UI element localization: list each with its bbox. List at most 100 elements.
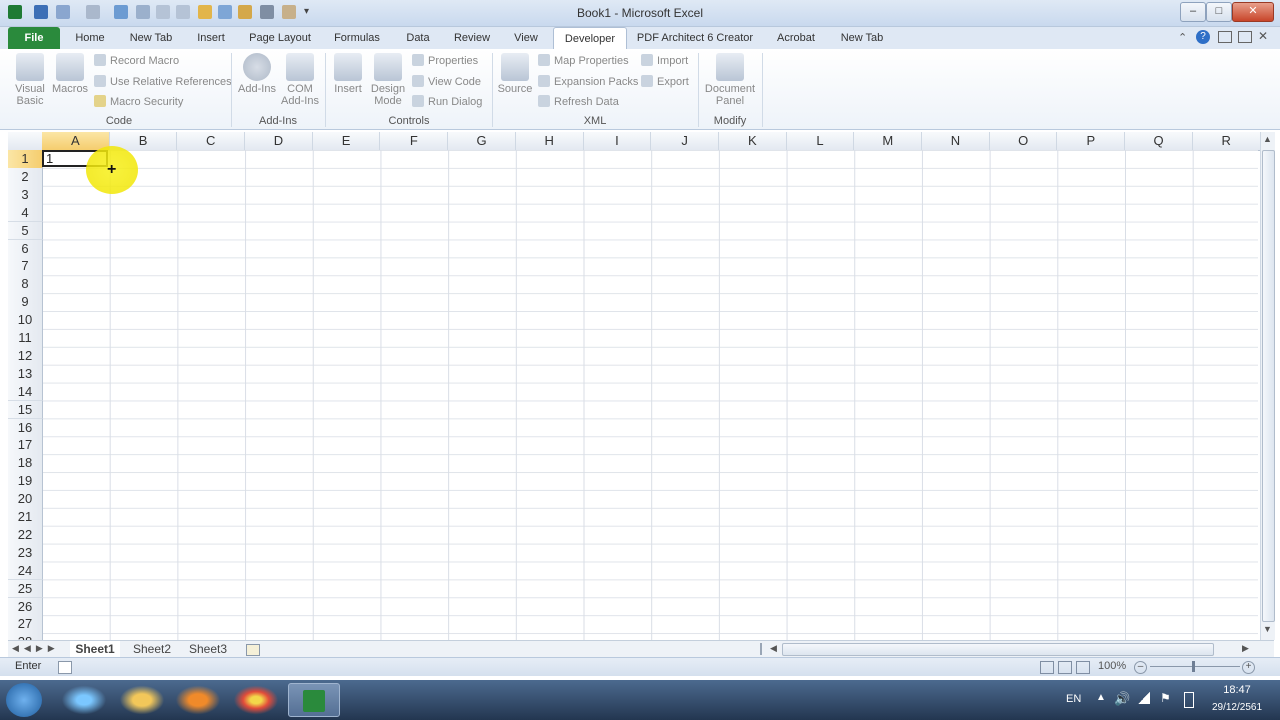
language-indicator[interactable]: EN xyxy=(1066,693,1081,705)
column-header-p[interactable]: P xyxy=(1058,132,1126,150)
import-button[interactable]: Import xyxy=(641,53,688,69)
row-header-19[interactable]: 19 xyxy=(8,472,43,491)
row-header-14[interactable]: 14 xyxy=(8,382,43,402)
excel-taskbar-icon[interactable] xyxy=(288,683,340,717)
column-header-g[interactable]: G xyxy=(448,132,516,150)
tab-acrobat[interactable]: Acrobat xyxy=(768,27,824,49)
refresh-data-button[interactable]: Refresh Data xyxy=(538,94,619,110)
tab-page-layout[interactable]: Page Layout xyxy=(244,27,316,49)
row-header-9[interactable]: 9 xyxy=(8,293,43,312)
sheet-tab-sheet2[interactable]: Sheet2 xyxy=(126,641,178,657)
row-header-17[interactable]: 17 xyxy=(8,436,43,456)
tab-insert[interactable]: Insert xyxy=(190,27,232,49)
expansion-packs-button[interactable]: Expansion Packs xyxy=(538,74,638,90)
design-mode-button[interactable]: Design Mode xyxy=(368,53,408,107)
tab-developer[interactable]: Developer xyxy=(553,27,627,50)
column-header-k[interactable]: K xyxy=(719,132,787,150)
cell-grid[interactable] xyxy=(42,150,1258,640)
row-header-23[interactable]: 23 xyxy=(8,543,43,563)
row-header-21[interactable]: 21 xyxy=(8,508,43,527)
row-header-22[interactable]: 22 xyxy=(8,525,43,545)
com-add-ins-button[interactable]: COM Add-Ins xyxy=(278,53,322,107)
tab-file[interactable]: File xyxy=(8,27,60,49)
row-header-16[interactable]: 16 xyxy=(8,418,43,438)
tab-formulas[interactable]: Formulas xyxy=(328,27,386,49)
sheet-tab-sheet3[interactable]: Sheet3 xyxy=(182,641,234,657)
row-header-18[interactable]: 18 xyxy=(8,454,43,474)
column-header-e[interactable]: E xyxy=(313,132,381,150)
row-header-15[interactable]: 15 xyxy=(8,400,43,420)
scroll-left-icon[interactable]: ◀ xyxy=(770,643,777,654)
tab-data[interactable]: Data xyxy=(398,27,438,49)
properties-button[interactable]: Properties xyxy=(412,53,478,69)
column-header-o[interactable]: O xyxy=(990,132,1058,150)
page-layout-view-icon[interactable] xyxy=(1058,661,1072,674)
column-header-q[interactable]: Q xyxy=(1125,132,1193,150)
document-panel-button[interactable]: Document Panel xyxy=(702,53,758,107)
column-header-c[interactable]: C xyxy=(177,132,246,150)
vertical-scroll-thumb[interactable] xyxy=(1262,150,1275,622)
column-header-f[interactable]: F xyxy=(381,132,449,150)
action-center-flag-icon[interactable]: ⚑ xyxy=(1160,691,1171,705)
normal-view-icon[interactable] xyxy=(1040,661,1054,674)
zoom-level[interactable]: 100% xyxy=(1098,660,1126,672)
network-icon[interactable] xyxy=(1138,692,1150,704)
row-header-5[interactable]: 5 xyxy=(8,221,43,241)
row-header-7[interactable]: 7 xyxy=(8,257,43,277)
minimize-button[interactable]: – xyxy=(1180,2,1206,22)
row-header-3[interactable]: 3 xyxy=(8,185,43,205)
maximize-doc-icon[interactable] xyxy=(1238,31,1252,43)
row-header-2[interactable]: 2 xyxy=(8,167,43,187)
insert-sheet-icon[interactable] xyxy=(246,644,260,656)
map-properties-button[interactable]: Map Properties xyxy=(538,53,629,69)
horizontal-scroll-thumb[interactable] xyxy=(782,643,1214,656)
column-header-j[interactable]: J xyxy=(651,132,719,150)
clock-time[interactable]: 18:47 xyxy=(1206,684,1268,696)
column-header-d[interactable]: D xyxy=(245,132,313,150)
scroll-down-icon[interactable]: ▼ xyxy=(1263,624,1272,634)
use-relative-references-button[interactable]: Use Relative References xyxy=(94,74,232,90)
add-ins-button[interactable]: Add-Ins xyxy=(236,53,278,95)
vertical-scrollbar[interactable]: ▲ ▼ xyxy=(1260,132,1275,640)
row-header-10[interactable]: 10 xyxy=(8,311,43,330)
tab-home[interactable]: Home xyxy=(68,27,112,49)
source-button[interactable]: Source xyxy=(496,53,534,95)
macro-security-button[interactable]: Macro Security xyxy=(94,94,183,110)
ribbon-collapse-icon[interactable]: ⌃ xyxy=(1178,31,1187,44)
file-explorer-icon[interactable] xyxy=(116,683,168,717)
scroll-right-icon[interactable]: ▶ xyxy=(1242,643,1249,654)
column-header-r[interactable]: R xyxy=(1193,132,1261,150)
power-icon[interactable] xyxy=(1184,692,1194,708)
row-header-26[interactable]: 26 xyxy=(8,597,43,617)
zoom-slider-thumb[interactable] xyxy=(1192,661,1195,672)
volume-icon[interactable]: 🔊 xyxy=(1114,691,1130,707)
column-header-l[interactable]: L xyxy=(787,132,855,150)
start-button[interactable] xyxy=(6,683,42,717)
visual-basic-button[interactable]: Visual Basic xyxy=(10,53,50,107)
column-header-n[interactable]: N xyxy=(922,132,990,150)
column-header-m[interactable]: M xyxy=(854,132,923,150)
scroll-up-icon[interactable]: ▲ xyxy=(1263,134,1272,144)
maximize-button[interactable]: □ xyxy=(1206,2,1232,22)
restore-doc-icon[interactable] xyxy=(1218,31,1232,43)
tab-split-handle[interactable] xyxy=(760,643,768,655)
show-hidden-icons-icon[interactable]: ▲ xyxy=(1096,692,1106,703)
row-header-25[interactable]: 25 xyxy=(8,579,43,599)
column-header-a[interactable]: A xyxy=(42,132,110,150)
tab-review[interactable]: Review xyxy=(448,27,496,49)
close-doc-icon[interactable]: ✕ xyxy=(1258,29,1268,43)
clock-date[interactable]: 29/12/2561 xyxy=(1202,702,1272,713)
record-macro-button[interactable]: Record Macro xyxy=(94,53,179,69)
export-button[interactable]: Export xyxy=(641,74,689,90)
tab-new-tab[interactable]: New Tab xyxy=(122,27,180,49)
row-header-12[interactable]: 12 xyxy=(8,346,43,366)
sheet-nav-arrows-icon[interactable]: ◀◀▶▶ xyxy=(12,643,60,654)
row-header-8[interactable]: 8 xyxy=(8,275,43,295)
zoom-out-icon[interactable]: – xyxy=(1134,661,1147,674)
tab-new-tab-2[interactable]: New Tab xyxy=(834,27,890,49)
row-header-13[interactable]: 13 xyxy=(8,364,43,384)
macros-button[interactable]: Macros xyxy=(52,53,88,95)
run-dialog-button[interactable]: Run Dialog xyxy=(412,94,482,110)
insert-control-button[interactable]: Insert xyxy=(330,53,366,95)
column-header-h[interactable]: H xyxy=(516,132,584,150)
